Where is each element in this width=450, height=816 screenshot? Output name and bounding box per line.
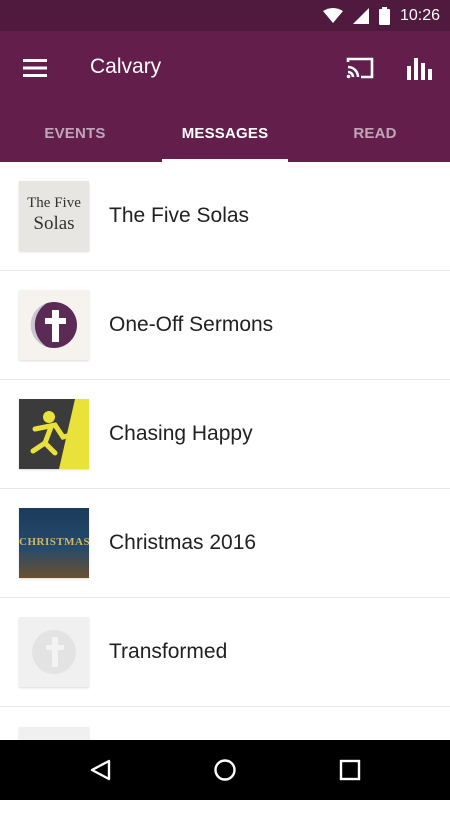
cellular-signal-icon xyxy=(352,7,369,24)
series-title: The Five Solas xyxy=(109,204,250,227)
clock-time: 10:26 xyxy=(399,6,440,24)
app-title: Calvary xyxy=(90,55,162,78)
list-item[interactable]: The Five Solas The Five Solas xyxy=(0,162,450,271)
series-title: Chasing Happy xyxy=(109,422,253,445)
series-title: Christmas 2016 xyxy=(109,531,257,554)
home-button[interactable] xyxy=(205,754,245,786)
recents-icon xyxy=(339,759,361,781)
list-item[interactable]: Transformed xyxy=(0,598,450,707)
tab-bar: EVENTS MESSAGES READ xyxy=(0,104,450,162)
menu-button[interactable] xyxy=(18,53,52,83)
running-figure-icon xyxy=(30,399,89,469)
calvary-logo-icon xyxy=(32,630,76,674)
series-thumbnail: The Five Solas xyxy=(19,181,89,251)
tab-read[interactable]: READ xyxy=(300,104,450,162)
series-thumbnail xyxy=(19,290,89,360)
stats-button[interactable] xyxy=(400,51,440,85)
status-bar: 10:26 xyxy=(0,0,450,31)
list-item[interactable]: Chasing Happy xyxy=(0,380,450,489)
menu-icon xyxy=(23,59,47,77)
back-button[interactable] xyxy=(80,754,120,786)
series-thumbnail xyxy=(19,617,89,687)
cast-button[interactable] xyxy=(340,51,380,85)
tab-events[interactable]: EVENTS xyxy=(0,104,150,162)
thumbnail-text: CHRISTMAS xyxy=(19,536,91,548)
tab-messages[interactable]: MESSAGES xyxy=(150,104,300,162)
thumbnail-text: The Five xyxy=(27,195,81,211)
bar-chart-icon xyxy=(407,58,432,80)
system-nav-bar xyxy=(0,740,450,800)
home-icon xyxy=(214,759,236,781)
app-bar: Calvary xyxy=(0,31,450,104)
series-title: One-Off Sermons xyxy=(109,313,274,336)
list-item[interactable]: One-Off Sermons xyxy=(0,271,450,380)
calvary-logo-icon xyxy=(30,302,77,348)
wifi-icon xyxy=(322,7,343,24)
battery-icon xyxy=(378,6,390,25)
back-icon xyxy=(90,759,111,781)
thumbnail-text: Solas xyxy=(33,213,75,234)
series-title: Transformed xyxy=(109,640,228,663)
messages-list: The Five Solas The Five Solas One-Off Se… xyxy=(0,162,450,816)
series-thumbnail xyxy=(19,399,89,469)
series-thumbnail: CHRISTMAS xyxy=(19,508,91,578)
cast-icon xyxy=(346,57,374,79)
list-item[interactable]: CHRISTMAS Christmas 2016 xyxy=(0,489,450,598)
recents-button[interactable] xyxy=(330,754,370,786)
